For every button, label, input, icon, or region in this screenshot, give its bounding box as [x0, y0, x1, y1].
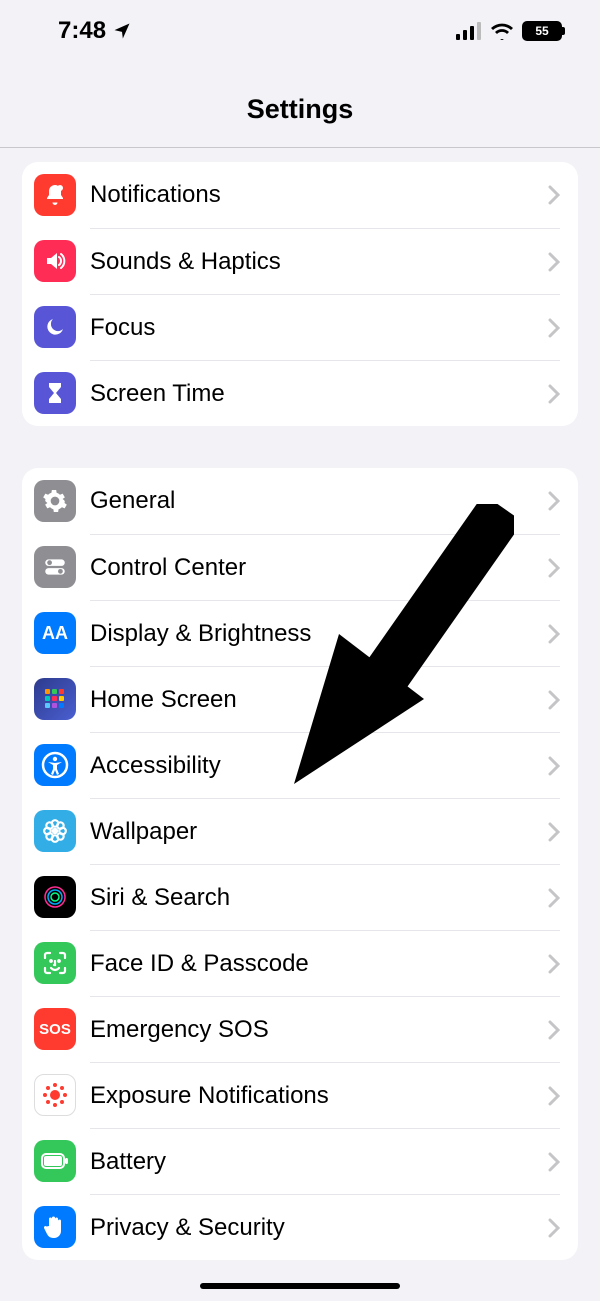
status-time: 7:48 — [58, 17, 106, 45]
row-general[interactable]: General — [22, 468, 578, 534]
row-label: Screen Time — [90, 380, 548, 408]
row-label: Exposure Notifications — [90, 1082, 548, 1110]
bell-icon — [34, 174, 76, 216]
row-label: Siri & Search — [90, 884, 548, 912]
row-exposure[interactable]: Exposure Notifications — [22, 1062, 578, 1128]
row-label: Display & Brightness — [90, 620, 548, 648]
row-label: Sounds & Haptics — [90, 248, 548, 276]
battery-icon: 55 — [522, 21, 562, 41]
chevron-right-icon — [548, 756, 560, 776]
row-sos[interactable]: SOS Emergency SOS — [22, 996, 578, 1062]
row-label: Privacy & Security — [90, 1214, 548, 1242]
settings-group-2: General Control Center AA Display & Brig… — [22, 468, 578, 1260]
chevron-right-icon — [548, 822, 560, 842]
row-siri[interactable]: Siri & Search — [22, 864, 578, 930]
gear-icon — [34, 480, 76, 522]
chevron-right-icon — [548, 384, 560, 404]
row-wallpaper[interactable]: Wallpaper — [22, 798, 578, 864]
row-control-center[interactable]: Control Center — [22, 534, 578, 600]
chevron-right-icon — [548, 558, 560, 578]
row-faceid[interactable]: Face ID & Passcode — [22, 930, 578, 996]
cellular-signal-icon — [456, 22, 482, 40]
chevron-right-icon — [548, 1152, 560, 1172]
chevron-right-icon — [548, 954, 560, 974]
flower-icon — [34, 810, 76, 852]
moon-icon — [34, 306, 76, 348]
chevron-right-icon — [548, 1020, 560, 1040]
status-left: 7:48 — [58, 17, 132, 45]
sos-icon: SOS — [34, 1008, 76, 1050]
row-home-screen[interactable]: Home Screen — [22, 666, 578, 732]
speaker-icon — [34, 240, 76, 282]
chevron-right-icon — [548, 1086, 560, 1106]
chevron-right-icon — [548, 1218, 560, 1238]
chevron-right-icon — [548, 491, 560, 511]
row-focus[interactable]: Focus — [22, 294, 578, 360]
row-label: Accessibility — [90, 752, 548, 780]
hourglass-icon — [34, 372, 76, 414]
accessibility-icon — [34, 744, 76, 786]
home-indicator[interactable] — [200, 1283, 400, 1289]
battery-percent: 55 — [525, 24, 559, 38]
row-label: Emergency SOS — [90, 1016, 548, 1044]
row-label: General — [90, 487, 548, 515]
row-label: Wallpaper — [90, 818, 548, 846]
app-grid-icon — [34, 678, 76, 720]
header-divider — [0, 147, 600, 148]
chevron-right-icon — [548, 888, 560, 908]
text-size-icon: AA — [34, 612, 76, 654]
status-bar: 7:48 55 — [0, 0, 600, 62]
row-privacy[interactable]: Privacy & Security — [22, 1194, 578, 1260]
settings-group-1: Notifications Sounds & Haptics Focus Scr… — [22, 162, 578, 426]
row-accessibility[interactable]: Accessibility — [22, 732, 578, 798]
row-screentime[interactable]: Screen Time — [22, 360, 578, 426]
toggles-icon — [34, 546, 76, 588]
row-notifications[interactable]: Notifications — [22, 162, 578, 228]
siri-icon — [34, 876, 76, 918]
row-label: Battery — [90, 1148, 548, 1176]
exposure-icon — [34, 1074, 76, 1116]
status-right: 55 — [456, 21, 562, 41]
row-label: Control Center — [90, 554, 548, 582]
row-display[interactable]: AA Display & Brightness — [22, 600, 578, 666]
row-label: Focus — [90, 314, 548, 342]
location-arrow-icon — [112, 21, 132, 41]
chevron-right-icon — [548, 690, 560, 710]
row-label: Home Screen — [90, 686, 548, 714]
chevron-right-icon — [548, 185, 560, 205]
page-title: Settings — [0, 94, 600, 125]
row-battery[interactable]: Battery — [22, 1128, 578, 1194]
row-sounds[interactable]: Sounds & Haptics — [22, 228, 578, 294]
battery-icon — [34, 1140, 76, 1182]
wifi-icon — [490, 22, 514, 40]
chevron-right-icon — [548, 624, 560, 644]
face-id-icon — [34, 942, 76, 984]
page-header: Settings — [0, 62, 600, 147]
chevron-right-icon — [548, 318, 560, 338]
row-label: Face ID & Passcode — [90, 950, 548, 978]
hand-icon — [34, 1206, 76, 1248]
chevron-right-icon — [548, 252, 560, 272]
row-label: Notifications — [90, 181, 548, 209]
